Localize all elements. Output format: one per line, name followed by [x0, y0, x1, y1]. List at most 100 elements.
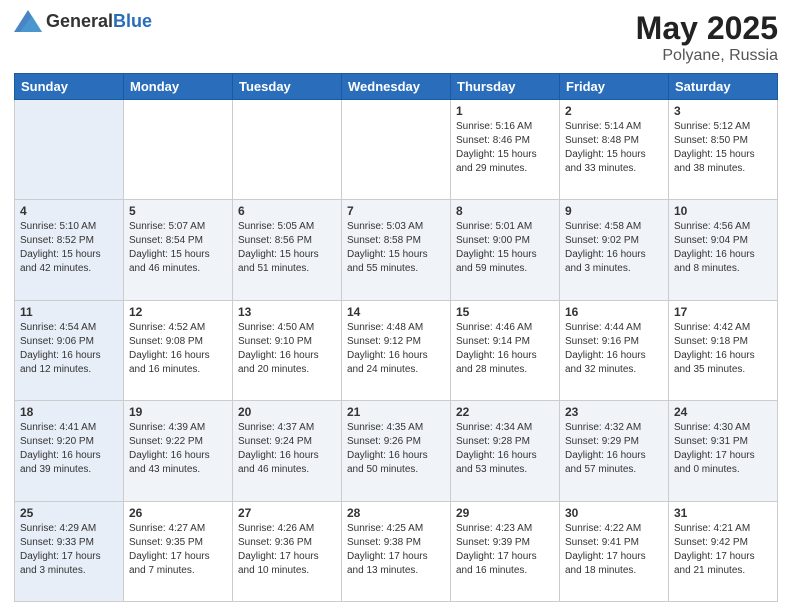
calendar-cell: 12 Sunrise: 4:52 AM Sunset: 9:08 PM Dayli…: [124, 300, 233, 400]
day-info: Sunrise: 5:05 AM Sunset: 8:56 PM Dayligh…: [238, 220, 336, 276]
day-info: Sunrise: 4:52 AM Sunset: 9:08 PM Dayligh…: [129, 321, 227, 377]
calendar-cell: 19Sunrise: 4:39 AM Sunset: 9:22 PM Dayli…: [124, 401, 233, 501]
col-wednesday: Wednesday: [342, 74, 451, 100]
day-info: Sunrise: 4:44 AM Sunset: 9:16 PM Dayligh…: [565, 321, 663, 377]
calendar-week-5: 25 Sunrise: 4:29 AM Sunset: 9:33 PM Dayli…: [15, 501, 778, 601]
calendar-cell: 17 Sunrise: 4:42 AM Sunset: 9:18 PM Dayli…: [669, 300, 778, 400]
calendar-cell: 1Sunrise: 5:16 AM Sunset: 8:46 PM Daylig…: [451, 100, 560, 200]
day-number: 17: [674, 305, 772, 319]
calendar-cell: 27 Sunrise: 4:26 AM Sunset: 9:36 PM Dayli…: [233, 501, 342, 601]
day-info: Sunrise: 4:50 AM Sunset: 9:10 PM Dayligh…: [238, 321, 336, 377]
day-info: Sunrise: 4:58 AM Sunset: 9:02 PM Dayligh…: [565, 220, 663, 276]
day-number: 25: [20, 506, 118, 520]
day-info: Sunrise: 5:14 AM Sunset: 8:48 PM Dayligh…: [565, 120, 663, 176]
calendar-cell: [124, 100, 233, 200]
day-info: Sunrise: 4:29 AM Sunset: 9:33 PM Dayligh…: [20, 522, 118, 578]
day-number: 8: [456, 204, 554, 218]
day-number: 16: [565, 305, 663, 319]
calendar-cell: 31Sunrise: 4:21 AM Sunset: 9:42 PM Dayli…: [669, 501, 778, 601]
calendar-week-2: 4 Sunrise: 5:10 AM Sunset: 8:52 PM Daylig…: [15, 200, 778, 300]
calendar-cell: [342, 100, 451, 200]
day-info: Sunrise: 4:23 AM Sunset: 9:39 PM Dayligh…: [456, 522, 554, 578]
calendar-header-row: Sunday Monday Tuesday Wednesday Thursday…: [15, 74, 778, 100]
day-info: Sunrise: 4:22 AM Sunset: 9:41 PM Dayligh…: [565, 522, 663, 578]
day-info: Sunrise: 4:25 AM Sunset: 9:38 PM Dayligh…: [347, 522, 445, 578]
calendar-week-4: 18Sunrise: 4:41 AM Sunset: 9:20 PM Dayli…: [15, 401, 778, 501]
day-info: Sunrise: 4:35 AM Sunset: 9:26 PM Dayligh…: [347, 421, 445, 477]
day-info: Sunrise: 4:26 AM Sunset: 9:36 PM Dayligh…: [238, 522, 336, 578]
col-saturday: Saturday: [669, 74, 778, 100]
day-number: 30: [565, 506, 663, 520]
calendar-cell: 15Sunrise: 4:46 AM Sunset: 9:14 PM Dayli…: [451, 300, 560, 400]
calendar-cell: 29 Sunrise: 4:23 AM Sunset: 9:39 PM Dayli…: [451, 501, 560, 601]
calendar-cell: 6 Sunrise: 5:05 AM Sunset: 8:56 PM Daylig…: [233, 200, 342, 300]
day-number: 12: [129, 305, 227, 319]
calendar-cell: 5Sunrise: 5:07 AM Sunset: 8:54 PM Daylig…: [124, 200, 233, 300]
calendar-cell: 16 Sunrise: 4:44 AM Sunset: 9:16 PM Dayli…: [560, 300, 669, 400]
day-number: 28: [347, 506, 445, 520]
day-number: 18: [20, 405, 118, 419]
calendar-table: Sunday Monday Tuesday Wednesday Thursday…: [14, 73, 778, 602]
calendar-week-1: 1Sunrise: 5:16 AM Sunset: 8:46 PM Daylig…: [15, 100, 778, 200]
calendar-cell: 23 Sunrise: 4:32 AM Sunset: 9:29 PM Dayli…: [560, 401, 669, 501]
calendar-cell: 20 Sunrise: 4:37 AM Sunset: 9:24 PM Dayli…: [233, 401, 342, 501]
day-info: Sunrise: 4:56 AM Sunset: 9:04 PM Dayligh…: [674, 220, 772, 276]
calendar-cell: 2Sunrise: 5:14 AM Sunset: 8:48 PM Daylig…: [560, 100, 669, 200]
day-info: Sunrise: 5:16 AM Sunset: 8:46 PM Dayligh…: [456, 120, 554, 176]
calendar-cell: 18Sunrise: 4:41 AM Sunset: 9:20 PM Dayli…: [15, 401, 124, 501]
day-info: Sunrise: 4:32 AM Sunset: 9:29 PM Dayligh…: [565, 421, 663, 477]
calendar-cell: 22 Sunrise: 4:34 AM Sunset: 9:28 PM Dayli…: [451, 401, 560, 501]
day-info: Sunrise: 4:42 AM Sunset: 9:18 PM Dayligh…: [674, 321, 772, 377]
header: GeneralBlue May 2025 Polyane, Russia: [14, 10, 778, 65]
day-info: Sunrise: 4:46 AM Sunset: 9:14 PM Dayligh…: [456, 321, 554, 377]
day-number: 26: [129, 506, 227, 520]
day-info: Sunrise: 4:30 AM Sunset: 9:31 PM Dayligh…: [674, 421, 772, 477]
calendar-week-3: 11 Sunrise: 4:54 AM Sunset: 9:06 PM Dayli…: [15, 300, 778, 400]
logo: GeneralBlue: [14, 10, 152, 32]
day-info: Sunrise: 4:37 AM Sunset: 9:24 PM Dayligh…: [238, 421, 336, 477]
day-number: 27: [238, 506, 336, 520]
day-number: 4: [20, 204, 118, 218]
day-number: 23: [565, 405, 663, 419]
day-number: 11: [20, 305, 118, 319]
col-sunday: Sunday: [15, 74, 124, 100]
day-info: Sunrise: 4:34 AM Sunset: 9:28 PM Dayligh…: [456, 421, 554, 477]
logo-text: GeneralBlue: [46, 11, 152, 32]
calendar-cell: 11 Sunrise: 4:54 AM Sunset: 9:06 PM Dayli…: [15, 300, 124, 400]
calendar-cell: 30 Sunrise: 4:22 AM Sunset: 9:41 PM Dayli…: [560, 501, 669, 601]
day-number: 7: [347, 204, 445, 218]
day-number: 9: [565, 204, 663, 218]
logo-icon: [14, 10, 42, 32]
calendar-title: May 2025: [636, 10, 778, 47]
day-number: 29: [456, 506, 554, 520]
day-info: Sunrise: 4:39 AM Sunset: 9:22 PM Dayligh…: [129, 421, 227, 477]
day-info: Sunrise: 5:01 AM Sunset: 9:00 PM Dayligh…: [456, 220, 554, 276]
day-number: 6: [238, 204, 336, 218]
col-tuesday: Tuesday: [233, 74, 342, 100]
col-thursday: Thursday: [451, 74, 560, 100]
col-monday: Monday: [124, 74, 233, 100]
day-info: Sunrise: 5:10 AM Sunset: 8:52 PM Dayligh…: [20, 220, 118, 276]
calendar-cell: [233, 100, 342, 200]
day-number: 5: [129, 204, 227, 218]
day-number: 3: [674, 104, 772, 118]
col-friday: Friday: [560, 74, 669, 100]
day-number: 24: [674, 405, 772, 419]
day-number: 21: [347, 405, 445, 419]
calendar-cell: 13 Sunrise: 4:50 AM Sunset: 9:10 PM Dayli…: [233, 300, 342, 400]
day-info: Sunrise: 5:12 AM Sunset: 8:50 PM Dayligh…: [674, 120, 772, 176]
page: GeneralBlue May 2025 Polyane, Russia Sun…: [0, 0, 792, 612]
day-number: 10: [674, 204, 772, 218]
calendar-cell: 4 Sunrise: 5:10 AM Sunset: 8:52 PM Daylig…: [15, 200, 124, 300]
day-info: Sunrise: 4:54 AM Sunset: 9:06 PM Dayligh…: [20, 321, 118, 377]
day-number: 22: [456, 405, 554, 419]
day-number: 20: [238, 405, 336, 419]
calendar-cell: [15, 100, 124, 200]
calendar-cell: 14Sunrise: 4:48 AM Sunset: 9:12 PM Dayli…: [342, 300, 451, 400]
day-info: Sunrise: 4:21 AM Sunset: 9:42 PM Dayligh…: [674, 522, 772, 578]
logo-general: General: [46, 11, 113, 31]
calendar-cell: 3 Sunrise: 5:12 AM Sunset: 8:50 PM Daylig…: [669, 100, 778, 200]
calendar-cell: 26Sunrise: 4:27 AM Sunset: 9:35 PM Dayli…: [124, 501, 233, 601]
day-info: Sunrise: 4:48 AM Sunset: 9:12 PM Dayligh…: [347, 321, 445, 377]
day-number: 13: [238, 305, 336, 319]
